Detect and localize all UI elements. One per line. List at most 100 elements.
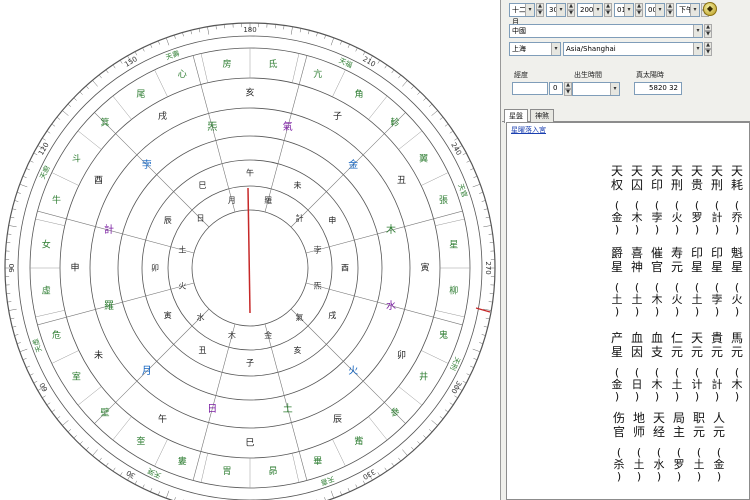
outer-star-label: 天哭 (146, 466, 162, 479)
dial-tick (56, 116, 61, 120)
tab-stars-label: 神煞 (535, 112, 549, 120)
mansion-line (51, 350, 79, 364)
branch-label: 未 (94, 349, 103, 361)
longitude-unit-input[interactable]: 0 (549, 82, 563, 95)
inner-planet-label: 水 (197, 312, 205, 322)
inner-planet-label: 氣 (295, 312, 303, 322)
dial-tick (67, 103, 72, 107)
dial-tick (79, 91, 83, 95)
dial-tick (483, 208, 488, 210)
star-element-char: ) (714, 223, 720, 236)
star-char: 地 (632, 411, 645, 425)
dial-tick (423, 435, 427, 439)
star-char: 神 (630, 260, 643, 274)
month-select[interactable]: 十二月 ▾ (509, 3, 535, 26)
star-char: 师 (632, 425, 645, 439)
inner-branch-label: 酉 (341, 264, 349, 273)
year-spinner[interactable]: ▲ ▼ (604, 3, 612, 17)
dial-tick (488, 301, 493, 303)
timezone-spinner[interactable]: ▲ ▼ (704, 42, 712, 56)
star-char: 仁 (670, 331, 683, 345)
star-char: 元 (730, 345, 743, 359)
dial-tick (283, 25, 285, 30)
birthtime-select[interactable]: ▾ (572, 82, 620, 96)
month-spinner[interactable]: ▲ ▼ (536, 3, 544, 17)
longitude-spinner[interactable]: ▲ ▼ (564, 82, 572, 96)
dial-tick (347, 488, 350, 492)
go-button[interactable]: ◆ (703, 2, 717, 16)
minute-spinner[interactable]: ▲ ▼ (666, 3, 674, 17)
mansion-label: 張 (439, 195, 448, 206)
day-select[interactable]: 30 ▾ (546, 3, 566, 17)
hour-spinner[interactable]: ▲ ▼ (635, 3, 643, 17)
star-char: 血 (650, 331, 663, 345)
mansion-label: 參 (390, 406, 399, 418)
star-element-char: ) (714, 305, 720, 318)
dial-tick (42, 395, 46, 399)
tab-stars[interactable]: 神煞 (530, 109, 554, 122)
dial-tick (73, 97, 77, 101)
day-spinner[interactable]: ▲ ▼ (567, 3, 575, 17)
star-char: 权 (610, 178, 623, 192)
star-element-char: ) (634, 305, 640, 318)
mansion-label: 婁 (178, 455, 187, 467)
star-element-char: ) (694, 223, 700, 236)
dial-tick (150, 44, 153, 48)
dial-tick (391, 462, 395, 467)
mansion-label: 軫 (390, 117, 399, 129)
star-char: 元 (710, 345, 723, 359)
longitude-input[interactable] (512, 82, 548, 95)
star-char: 主 (672, 425, 685, 439)
dial-tick (46, 402, 51, 406)
dial-tick (112, 64, 116, 69)
star-element-char: ) (654, 305, 660, 318)
mansion-label: 心 (178, 69, 187, 80)
planet-label: 火 (348, 365, 358, 377)
dial-tick (470, 168, 474, 171)
country-spinner[interactable]: ▲ ▼ (704, 24, 712, 38)
dial-tick (98, 457, 102, 462)
tab-chart[interactable]: 星盤 (504, 109, 528, 123)
dial-tick (119, 60, 123, 64)
go-icon: ◆ (706, 4, 714, 13)
dial-tick (340, 40, 343, 45)
mansion-line (77, 130, 102, 150)
star-char: 人 (712, 411, 725, 425)
star-char: 职 (692, 411, 705, 425)
inner-planet-label: 炁 (314, 282, 322, 291)
stars-in-palace-link[interactable]: 星曜落入宮 (511, 125, 546, 135)
dial-tick (22, 175, 27, 178)
ampm-select[interactable]: 下午 ▾ (676, 3, 700, 17)
mansion-line (154, 439, 168, 467)
star-char: 耗 (730, 178, 743, 192)
star-element-char: ) (694, 390, 700, 403)
star-char: 馬 (730, 331, 743, 345)
planet-label: 土 (283, 402, 293, 415)
dial-tick (454, 137, 458, 141)
longitude-label: 經度 (514, 71, 528, 79)
timezone-select[interactable]: Asia/Shanghai ▾ (563, 42, 703, 56)
dial-tick (157, 40, 160, 45)
year-select[interactable]: 2008 ▾ (577, 3, 603, 17)
chevron-down-icon: ▾ (551, 43, 560, 55)
hour-select[interactable]: 01 ▾ (614, 3, 634, 17)
star-char: 催 (650, 246, 663, 260)
solartime-input[interactable]: 5820 32 (634, 82, 682, 95)
dial-tick (174, 34, 176, 39)
country-select[interactable]: 中國 ▾ (509, 24, 703, 38)
dial-tick (42, 137, 46, 141)
star-element-char: ) (716, 470, 722, 483)
dial-tick (431, 420, 438, 426)
inner-planet-label: 木 (228, 330, 236, 340)
pointer-line (247, 187, 251, 314)
dial-tick (423, 97, 427, 101)
branch-label: 亥 (245, 87, 254, 99)
city-select[interactable]: 上海 ▾ (509, 42, 561, 56)
dial-tick (85, 85, 89, 90)
dial-tick (62, 420, 69, 426)
inner-planet-label: 日 (197, 214, 205, 223)
dial-tick (7, 301, 12, 303)
minute-select[interactable]: 00 ▾ (645, 3, 665, 17)
mansion-label: 亢 (313, 68, 322, 80)
inner-branch-label: 卯 (151, 264, 159, 273)
